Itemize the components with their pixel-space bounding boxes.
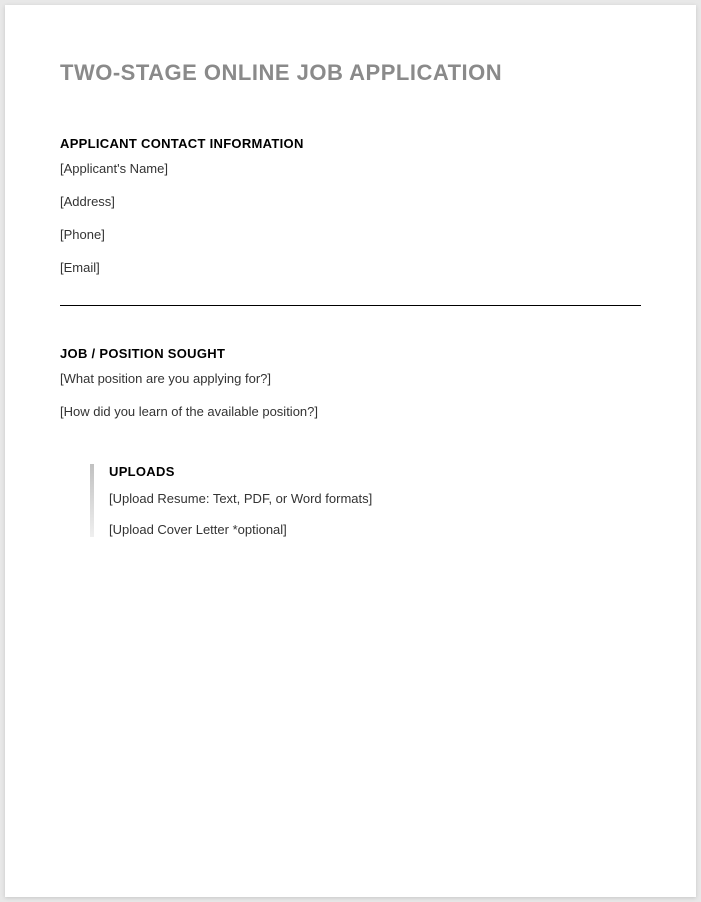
address-field[interactable]: [Address]	[60, 194, 641, 209]
applicant-name-field[interactable]: [Applicant's Name]	[60, 161, 641, 176]
section-divider	[60, 305, 641, 306]
uploads-heading: UPLOADS	[109, 464, 641, 479]
uploads-section: UPLOADS [Upload Resume: Text, PDF, or Wo…	[90, 464, 641, 537]
position-learned-field[interactable]: [How did you learn of the available posi…	[60, 404, 641, 419]
contact-section: APPLICANT CONTACT INFORMATION [Applicant…	[60, 136, 641, 275]
position-heading: JOB / POSITION SOUGHT	[60, 346, 641, 361]
upload-cover-letter-field[interactable]: [Upload Cover Letter *optional]	[109, 522, 641, 537]
phone-field[interactable]: [Phone]	[60, 227, 641, 242]
email-field[interactable]: [Email]	[60, 260, 641, 275]
upload-resume-field[interactable]: [Upload Resume: Text, PDF, or Word forma…	[109, 491, 641, 506]
contact-heading: APPLICANT CONTACT INFORMATION	[60, 136, 641, 151]
page-title: TWO-STAGE ONLINE JOB APPLICATION	[60, 60, 641, 86]
position-section: JOB / POSITION SOUGHT [What position are…	[60, 346, 641, 419]
position-applying-field[interactable]: [What position are you applying for?]	[60, 371, 641, 386]
document-page: TWO-STAGE ONLINE JOB APPLICATION APPLICA…	[5, 5, 696, 897]
